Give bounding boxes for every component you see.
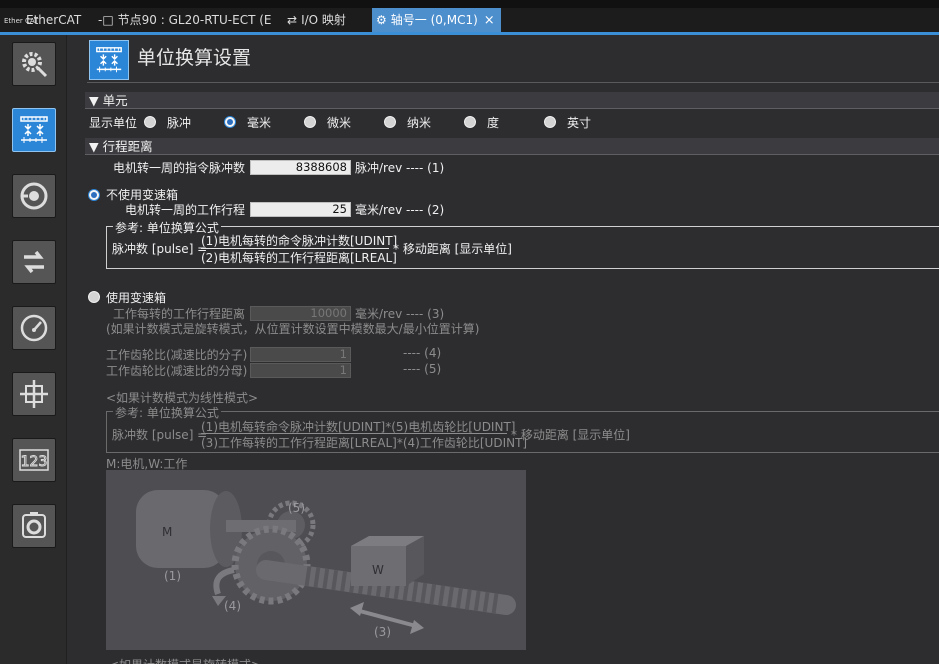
gear-numerator-label: 工作齿轮比(减速比的分子) bbox=[106, 348, 248, 362]
bidirectional-arrows-icon bbox=[24, 250, 44, 274]
svg-text:123: 123 bbox=[21, 454, 48, 470]
sidebar-servo-settings[interactable] bbox=[12, 504, 56, 548]
gear-numerator-tag: ---- (4) bbox=[403, 346, 442, 360]
gearbox-illustration: M W (1) (3) (4) (5) bbox=[136, 490, 516, 639]
radio-no-gearbox[interactable] bbox=[88, 189, 100, 201]
tab-io-map[interactable]: ⇄ I/O 映射 bbox=[283, 8, 369, 32]
radio-unit-pulse-label: 脉冲 bbox=[167, 116, 192, 130]
header-unit-conversion-icon bbox=[89, 40, 129, 80]
label-4: (4) bbox=[224, 599, 241, 613]
sidebar-axis-basic-settings[interactable] bbox=[12, 42, 56, 86]
sidebar-operation-settings[interactable] bbox=[12, 174, 56, 218]
tab-ethercat[interactable]: Ether CATEtherCAT bbox=[0, 8, 92, 32]
tab-label: 节点90 : GL20-RTU-ECT (E... bbox=[117, 13, 272, 27]
section-travel-header[interactable]: ▼ 行程距离 bbox=[85, 138, 939, 155]
formula-lhs: 脉冲数 [pulse] = bbox=[112, 242, 208, 256]
travel-arrowhead-right bbox=[410, 620, 424, 634]
document-tab-bar: Ether CATEtherCAT -□ 节点90 : GL20-RTU-ECT … bbox=[0, 8, 939, 35]
radio-unit-inch-label: 英寸 bbox=[567, 116, 592, 130]
radio-unit-degree[interactable] bbox=[464, 116, 476, 128]
work-travel-note: (如果计数模式是旋转模式，从位置计数设置中模数最大/最小位置计算) bbox=[106, 322, 480, 336]
page-title: 单位换算设置 bbox=[137, 47, 252, 69]
radio-unit-mm-label: 毫米 bbox=[247, 116, 272, 130]
unit-conversion-panel: 单位换算设置 ▼ 单元 显示单位 脉冲 毫米 微米 纳米 度 英寸 ▼ 行程距离… bbox=[67, 35, 939, 664]
label-5: (5) bbox=[288, 501, 305, 515]
label-work: W bbox=[372, 563, 384, 577]
gearbox-diagram: M W (1) (3) (4) (5) bbox=[106, 470, 526, 650]
radio-unit-degree-label: 度 bbox=[487, 116, 500, 130]
unit-conversion-icon bbox=[20, 116, 48, 143]
servo-motor-icon bbox=[22, 512, 46, 538]
rotation-icon bbox=[20, 182, 48, 210]
label-1: (1) bbox=[164, 569, 181, 583]
rotation-arrow bbox=[213, 567, 235, 595]
axis-icon: ⚙ bbox=[376, 13, 387, 27]
close-icon[interactable]: × bbox=[484, 9, 495, 32]
section-unit-header[interactable]: ▼ 单元 bbox=[85, 92, 939, 109]
tab-label: I/O 映射 bbox=[301, 13, 346, 27]
motor-travel-label: 电机转一周的工作行程 bbox=[125, 203, 246, 217]
gear-numerator-input[interactable]: 1 bbox=[250, 347, 351, 362]
travel-arrowhead-left bbox=[350, 602, 364, 616]
io-map-icon: ⇄ bbox=[287, 13, 298, 27]
gear-denominator-input[interactable]: 1 bbox=[250, 363, 351, 378]
node-icon: -□ bbox=[98, 13, 114, 27]
label-3: (3) bbox=[374, 625, 391, 639]
formula-gear-denominator: (3)工作每转的工作行程距离[LREAL]*(4)工作齿轮比[UDINT] bbox=[201, 436, 528, 450]
formula-rhs: * 移动距离 [显示单位] bbox=[393, 242, 512, 256]
radio-unit-inch[interactable] bbox=[544, 116, 556, 128]
motor-pulses-label: 电机转一周的指令脉冲数 bbox=[113, 161, 246, 175]
tab-node90[interactable]: -□ 节点90 : GL20-RTU-ECT (E... bbox=[94, 8, 272, 32]
motor-travel-input[interactable]: 25 bbox=[250, 202, 351, 217]
travel-arrow bbox=[355, 608, 417, 628]
gear-search-icon bbox=[22, 52, 48, 78]
rotation-mode-note: <如果计数模式是旋转模式> bbox=[109, 656, 261, 664]
tab-label: EtherCAT bbox=[26, 13, 82, 27]
sidebar-unit-conversion[interactable] bbox=[12, 108, 56, 152]
radio-unit-pulse[interactable] bbox=[144, 116, 156, 128]
radio-unit-um-label: 微米 bbox=[327, 116, 352, 130]
tab-axis-1[interactable]: ⚙ 轴号一 (0,MC1) × bbox=[372, 8, 501, 32]
radio-use-gearbox[interactable] bbox=[88, 291, 100, 303]
crosshair-icon bbox=[20, 380, 48, 408]
settings-sidebar: 123 bbox=[0, 35, 67, 664]
sidebar-count-settings[interactable]: 123 bbox=[12, 438, 56, 482]
label-motor: M bbox=[162, 525, 172, 539]
display-unit-label: 显示单位 bbox=[89, 116, 138, 130]
sidebar-position-settings[interactable] bbox=[12, 372, 56, 416]
motor-pulses-unit: 脉冲/rev ---- (1) bbox=[355, 161, 445, 175]
formula-gear-rhs: * 移动距离 [显示单位] bbox=[511, 428, 630, 442]
motor-pulses-input[interactable]: 8388608 bbox=[250, 160, 351, 175]
radio-unit-nm[interactable] bbox=[384, 116, 396, 128]
gear-denominator-tag: ---- (5) bbox=[403, 362, 442, 376]
work-travel-input[interactable]: 10000 bbox=[250, 306, 351, 321]
header-divider bbox=[87, 82, 939, 83]
sidebar-speed-settings[interactable] bbox=[12, 306, 56, 350]
window-top-strip bbox=[0, 0, 939, 8]
ethercat-icon: Ether CAT bbox=[4, 16, 39, 25]
radio-unit-mm[interactable] bbox=[224, 116, 236, 128]
speedometer-icon bbox=[20, 314, 48, 342]
formula-denominator: (2)电机每转的工作行程距离[LREAL] bbox=[201, 251, 397, 265]
formula-gear-lhs: 脉冲数 [pulse] = bbox=[112, 428, 208, 442]
gear-denominator-label: 工作齿轮比(减速比的分母) bbox=[106, 364, 248, 378]
radio-unit-nm-label: 纳米 bbox=[407, 116, 432, 130]
radio-use-gearbox-label: 使用变速箱 bbox=[106, 291, 167, 305]
counter-123-icon: 123 bbox=[19, 449, 49, 471]
motor-travel-unit: 毫米/rev ---- (2) bbox=[355, 203, 445, 217]
tab-label: 轴号一 (0,MC1) bbox=[390, 13, 478, 27]
radio-unit-um[interactable] bbox=[304, 116, 316, 128]
sidebar-other-settings[interactable] bbox=[12, 240, 56, 284]
formula-numerator: (1)电机每转的命令脉冲计数[UDINT] bbox=[201, 234, 398, 248]
